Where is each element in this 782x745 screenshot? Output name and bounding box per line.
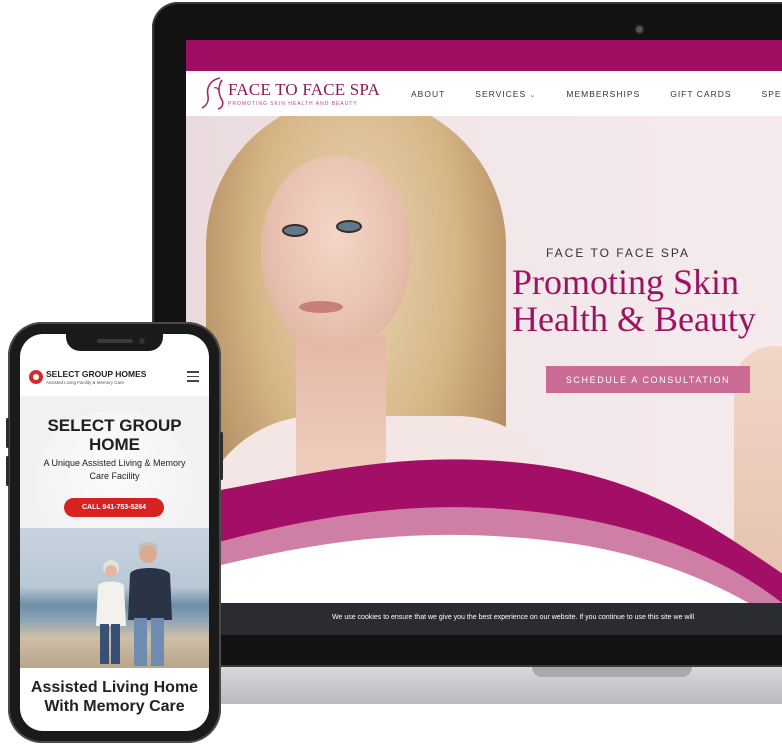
phone-notch [66,334,163,351]
hero-model-eye-right [336,220,362,233]
hero-model-lips [299,301,343,313]
phone-power-button [220,432,223,480]
cookie-text: We use cookies to ensure that we give yo… [332,614,695,621]
hero-title-line: Promoting Skin [512,262,740,302]
nav-gift-cards[interactable]: GIFT CARDS [655,89,746,99]
call-phone-button[interactable]: CALL 941-753-5264 [64,498,164,517]
nav-services[interactable]: SERVICES ⌄ [460,89,551,99]
sg-section-title: Assisted Living Home With Memory Care [30,679,199,715]
phone-volume-button [6,418,9,448]
sg-hero-title: SELECT GROUP HOME [47,416,182,454]
sg-logo-name[interactable]: SELECT GROUP HOMES [46,369,146,379]
nav-label: GIFT CARDS [670,88,732,99]
photo-man-figure [128,542,172,666]
phone-speaker [97,339,133,343]
nav-specials[interactable]: SPECIALS [747,89,782,99]
nav-label: SERVICES [475,88,527,99]
spa-hero: FACE TO FACE SPA Promoting Skin Health &… [186,116,782,635]
spa-logo[interactable]: FACE TO FACE SPA PROMOTING SKIN HEALTH A… [200,76,380,112]
hero-title-line: Health & Beauty [512,299,756,339]
hero-kicker: FACE TO FACE SPA [546,246,691,260]
chevron-down-icon: ⌄ [529,91,537,99]
nav-memberships[interactable]: MEMBERSHIPS [551,89,655,99]
spa-logo-tagline: PROMOTING SKIN HEALTH AND BEAUTY [228,101,358,107]
select-group-website: SELECT GROUP HOMES Assisted Living Facil… [20,334,209,731]
nav-label: MEMBERSHIPS [566,88,641,99]
hero-model-face [261,156,411,351]
laptop-base [152,667,782,704]
hamburger-menu-icon[interactable] [187,371,199,382]
spa-main-menu: ABOUT SERVICES ⌄ MEMBERSHIPS GIFT CARDS … [396,71,782,116]
phone-volume-button [6,456,9,486]
phone-camera [139,338,145,344]
heart-logo-icon[interactable] [29,370,43,384]
phone-device: SELECT GROUP HOMES Assisted Living Facil… [6,322,223,743]
schedule-consultation-button[interactable]: SCHEDULE A CONSULTATION [546,366,750,393]
laptop-camera [636,26,643,33]
sg-hero-description: A Unique Assisted Living & Memory Care F… [43,458,186,481]
sg-header: SELECT GROUP HOMES Assisted Living Facil… [20,356,209,396]
sg-couple-photo [20,528,209,668]
nav-label: ABOUT [411,88,446,99]
laptop-device: FACE TO FACE SPA PROMOTING SKIN HEALTH A… [152,2,782,704]
nav-label: SPECIALS [761,88,782,99]
spa-website: FACE TO FACE SPA PROMOTING SKIN HEALTH A… [186,40,782,635]
sg-hero: SELECT GROUP HOME A Unique Assisted Livi… [20,396,209,528]
hero-model-eye-left [282,224,308,237]
hero-title: Promoting Skin Health & Beauty [512,264,782,338]
laptop-hinge-notch [532,667,692,677]
spa-top-bar [186,40,782,71]
sg-logo-subtitle: Assisted Living Facility & Memory Care [46,380,125,385]
spa-navbar: FACE TO FACE SPA PROMOTING SKIN HEALTH A… [186,71,782,116]
nav-about[interactable]: ABOUT [396,89,460,99]
spa-logo-name: FACE TO FACE SPA [228,80,381,99]
face-silhouette-icon [201,77,224,110]
cookie-banner: We use cookies to ensure that we give yo… [186,603,782,635]
